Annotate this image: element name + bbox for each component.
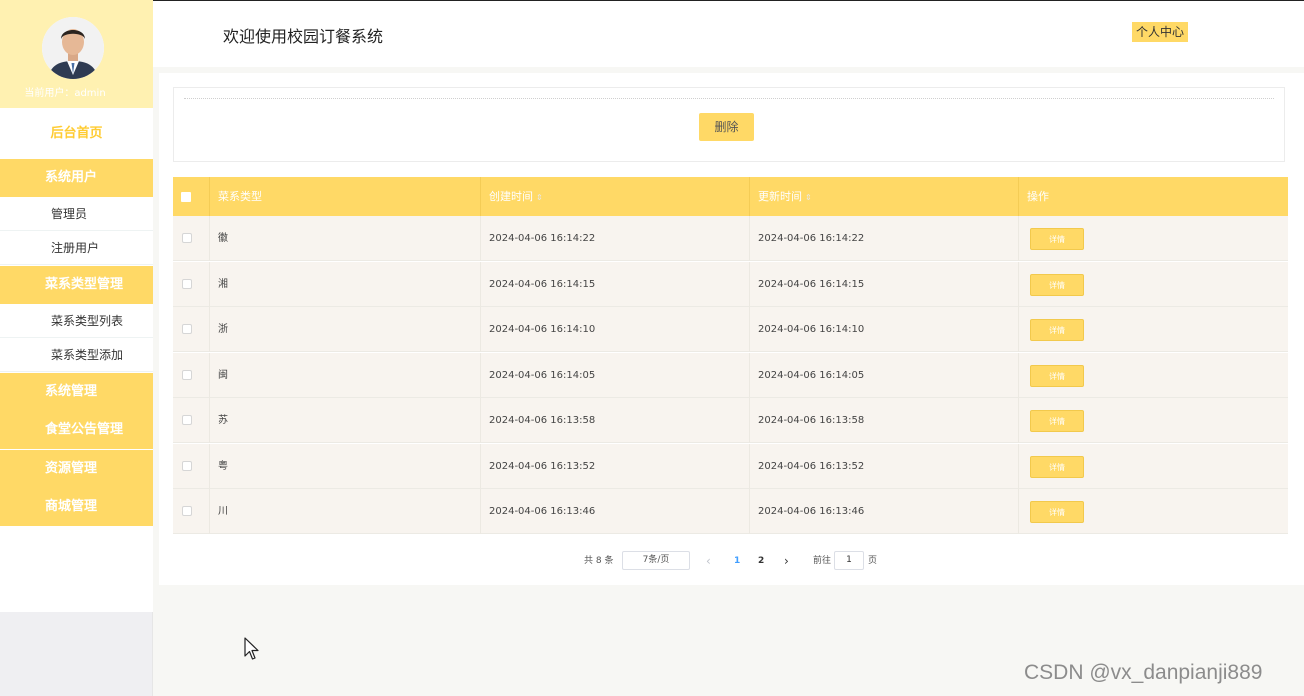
row-checkbox[interactable] [182,460,192,471]
nav-item-dish-type-add[interactable]: 菜系类型添加 [0,338,153,372]
cell-updated-time: 2024-04-06 16:13:58 [750,398,1019,443]
delete-button[interactable]: 删除 [699,113,754,141]
divider [184,98,1274,99]
cell-dish-type: 粤 [210,443,481,489]
page-size-select[interactable]: 7条/页 [622,551,690,570]
column-label: 操作 [1027,190,1049,203]
cell-dish-type: 川 [210,489,481,534]
table-row: 苏 2024-04-06 16:13:58 2024-04-06 16:13:58 详… [173,398,1288,443]
detail-button[interactable]: 详情 [1030,319,1084,341]
table-row: 川 2024-04-06 16:13:46 2024-04-06 16:13:46 详… [173,489,1288,534]
row-checkbox-cell [173,443,210,489]
row-checkbox-cell [173,489,210,534]
table-header: 菜系类型 创建时间 ⇕ 更新时间 ⇕ 操作 [173,177,1288,216]
personal-center-link[interactable]: 个人中心 [1132,22,1189,42]
cell-created-time: 2024-04-06 16:13:46 [481,489,750,534]
profile-panel: 当前用户：admin [0,0,153,108]
row-checkbox[interactable] [182,415,192,425]
nav-group-resource[interactable]: 资源管理 [0,450,153,488]
nav-group-canteen-notice[interactable]: 食堂公告管理 [0,411,153,449]
page-1[interactable]: 1 [734,551,740,571]
goto-label: 前往 [813,556,832,566]
cell-updated-time: 2024-04-06 16:14:05 [750,352,1019,398]
nav-group-mall[interactable]: 商城管理 [0,488,153,526]
select-all-checkbox[interactable] [181,192,191,202]
main-panel: 删除 菜系类型 创建时间 ⇕ 更新时间 ⇕ 操作 徽 2024-04-06 16:14… [159,73,1304,585]
cell-dish-type: 闽 [210,352,481,398]
row-checkbox-cell [173,307,210,352]
table-row: 浙 2024-04-06 16:14:10 2024-04-06 16:14:10 详… [173,307,1288,352]
column-label: 菜系类型 [218,190,262,203]
cell-created-time: 2024-04-06 16:13:52 [481,443,750,489]
cell-created-time: 2024-04-06 16:14:05 [481,352,750,398]
nav-group-dish-type[interactable]: 菜系类型管理 [0,266,153,304]
cell-dish-type: 徽 [210,216,481,261]
table-row: 徽 2024-04-06 16:14:22 2024-04-06 16:14:22 详… [173,216,1288,261]
detail-button[interactable]: 详情 [1030,501,1084,523]
nav-group-system-user[interactable]: 系统用户 [0,159,153,197]
column-dish-type: 菜系类型 [210,177,481,216]
nav-item-dish-type-list[interactable]: 菜系类型列表 [0,304,153,338]
row-checkbox[interactable] [182,324,192,334]
nav-home[interactable]: 后台首页 [0,120,153,148]
action-bar: 删除 [173,87,1285,162]
row-checkbox-cell [173,261,210,307]
column-updated-time[interactable]: 更新时间 ⇕ [750,177,1019,216]
cell-dish-type: 浙 [210,307,481,352]
table-row: 闽 2024-04-06 16:14:05 2024-04-06 16:14:05 详… [173,352,1288,398]
table-row: 湘 2024-04-06 16:14:15 2024-04-06 16:14:15 详… [173,261,1288,307]
column-operation: 操作 [1019,177,1288,216]
sort-icon[interactable]: ⇕ [536,193,543,202]
cell-updated-time: 2024-04-06 16:14:22 [750,216,1019,261]
row-checkbox-cell [173,398,210,443]
detail-button[interactable]: 详情 [1030,364,1084,387]
cell-updated-time: 2024-04-06 16:13:46 [750,489,1019,534]
goto-suffix: 页 [868,556,878,566]
cell-updated-time: 2024-04-06 16:13:52 [750,443,1019,489]
watermark: CSDN @vx_danpianji889 [1024,661,1263,684]
page-2[interactable]: 2 [758,551,764,571]
nav-item-registered-user[interactable]: 注册用户 [0,231,153,265]
table-row: 粤 2024-04-06 16:13:52 2024-04-06 16:13:52 详… [173,443,1288,489]
total-count: 共 8 条 [584,556,614,566]
sidebar: 当前用户：admin 后台首页 系统用户 管理员 注册用户 菜系类型管理 菜系类… [0,0,153,696]
avatar[interactable] [42,17,104,79]
row-checkbox[interactable] [182,278,192,289]
detail-button[interactable]: 详情 [1030,455,1084,478]
sort-icon[interactable]: ⇕ [805,193,812,202]
page-title: 欢迎使用校园订餐系统 [223,27,384,46]
avatar-photo-icon [42,17,104,79]
detail-button[interactable]: 详情 [1030,228,1084,250]
detail-button[interactable]: 详情 [1030,410,1084,432]
column-created-time[interactable]: 创建时间 ⇕ [481,177,750,216]
nav-item-admin[interactable]: 管理员 [0,197,153,231]
next-page-icon[interactable]: › [784,551,789,571]
row-checkbox-cell [173,352,210,398]
row-checkbox[interactable] [182,369,192,380]
column-label: 创建时间 [489,190,533,203]
goto-page-input[interactable]: 1 [834,551,864,570]
current-user-label: 当前用户：admin [24,88,106,99]
row-checkbox[interactable] [182,233,192,243]
pagination: 共 8 条 7条/页 ‹ 1 2 › 前往 1 页 [159,551,1304,571]
cell-created-time: 2024-04-06 16:13:58 [481,398,750,443]
cell-created-time: 2024-04-06 16:14:15 [481,261,750,307]
top-header: 欢迎使用校园订餐系统 个人中心 [153,0,1304,67]
nav-group-system-manage[interactable]: 系统管理 [0,373,153,411]
cell-dish-type: 苏 [210,398,481,443]
cell-updated-time: 2024-04-06 16:14:10 [750,307,1019,352]
prev-page-icon[interactable]: ‹ [706,551,711,571]
cell-dish-type: 湘 [210,261,481,307]
cell-created-time: 2024-04-06 16:14:22 [481,216,750,261]
column-label: 更新时间 [758,190,802,203]
cell-updated-time: 2024-04-06 16:14:15 [750,261,1019,307]
row-checkbox[interactable] [182,506,192,516]
cell-created-time: 2024-04-06 16:14:10 [481,307,750,352]
detail-button[interactable]: 详情 [1030,273,1084,296]
mouse-cursor-icon [244,637,259,660]
header-checkbox-cell [173,177,210,216]
row-checkbox-cell [173,216,210,261]
